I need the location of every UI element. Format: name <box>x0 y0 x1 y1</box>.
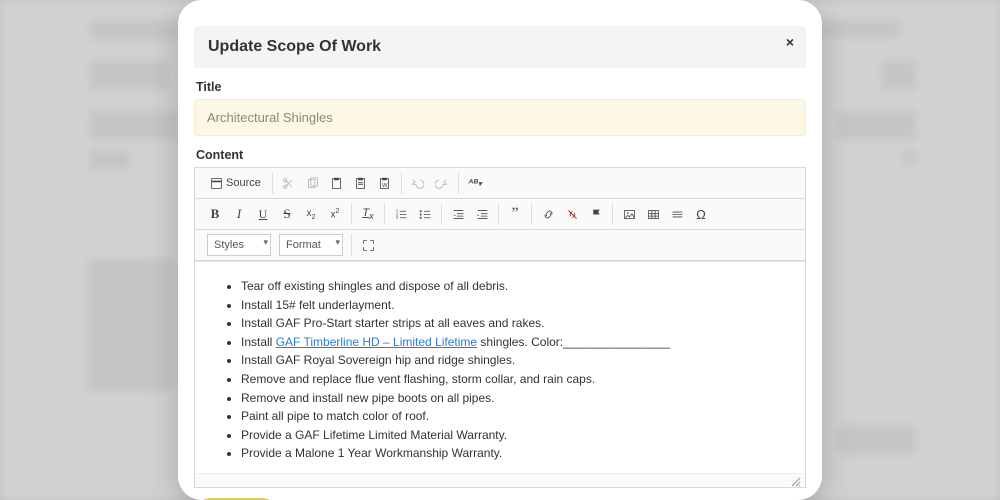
underline-button[interactable]: U <box>252 203 274 225</box>
indent-button[interactable] <box>471 203 493 225</box>
resize-handle[interactable] <box>195 473 805 487</box>
redo-icon <box>435 177 448 190</box>
source-button[interactable]: Source <box>204 172 267 194</box>
paste-text-button[interactable] <box>350 172 372 194</box>
special-char-button[interactable]: Ω <box>690 203 712 225</box>
ol-icon: 123 <box>395 208 408 221</box>
svg-text:3: 3 <box>395 214 398 219</box>
table-icon <box>647 208 660 221</box>
outdent-icon <box>452 208 465 221</box>
superscript-button[interactable]: x2 <box>324 203 346 225</box>
list-item: Install GAF Pro-Start starter strips at … <box>241 314 793 333</box>
update-scope-modal: Update Scope Of Work × Title Content Sou… <box>178 0 822 500</box>
subscript-button[interactable]: x2 <box>300 203 322 225</box>
toolbar-row-3: Styles Format <box>195 230 805 261</box>
list-item: Paint all pipe to match color of roof. <box>241 407 793 426</box>
title-label: Title <box>196 80 804 94</box>
outdent-button[interactable] <box>447 203 469 225</box>
hr-icon <box>671 208 684 221</box>
styles-select-wrap[interactable]: Styles <box>205 234 273 256</box>
toolbar-row-2: B I U S x2 x2 Tx 123 ” <box>195 199 805 230</box>
bullet-list-button[interactable] <box>414 203 436 225</box>
editor-body[interactable]: Tear off existing shingles and dispose o… <box>195 261 805 473</box>
list-item-text: Install <box>241 335 276 349</box>
italic-button[interactable]: I <box>228 203 250 225</box>
list-item: Remove and install new pipe boots on all… <box>241 389 793 408</box>
quote-icon: ” <box>511 209 518 219</box>
flag-icon <box>590 208 603 221</box>
title-input[interactable] <box>194 99 806 136</box>
link-button[interactable] <box>537 203 559 225</box>
list-item: Remove and replace flue vent flashing, s… <box>241 370 793 389</box>
remove-format-button[interactable]: Tx <box>357 203 379 225</box>
list-item: Provide a Malone 1 Year Workmanship Warr… <box>241 444 793 463</box>
list-item: Install GAF Royal Sovereign hip and ridg… <box>241 351 793 370</box>
scissors-icon <box>282 177 295 190</box>
image-button[interactable] <box>618 203 640 225</box>
cut-button[interactable] <box>278 172 300 194</box>
indent-icon <box>476 208 489 221</box>
ul-icon <box>419 208 432 221</box>
omega-icon: Ω <box>696 207 706 222</box>
undo-button[interactable] <box>407 172 429 194</box>
list-item: Install GAF Timberline HD – Limited Life… <box>241 333 793 352</box>
format-select-wrap[interactable]: Format <box>277 234 345 256</box>
subscript-icon: x2 <box>307 208 316 221</box>
paste-word-button[interactable]: W <box>374 172 396 194</box>
source-icon <box>210 177 223 190</box>
close-button[interactable]: × <box>786 34 794 50</box>
clipboard-text-icon <box>354 177 367 190</box>
bold-button[interactable]: B <box>204 203 226 225</box>
modal-header: Update Scope Of Work × <box>194 26 806 68</box>
superscript-icon: x2 <box>331 208 340 220</box>
rich-text-editor: Source W ᴬᴮ▾ B I U <box>194 167 806 488</box>
image-icon <box>623 208 636 221</box>
content-list: Tear off existing shingles and dispose o… <box>207 277 793 463</box>
link-icon <box>542 208 555 221</box>
undo-icon <box>411 177 424 190</box>
unlink-button[interactable] <box>561 203 583 225</box>
italic-icon: I <box>237 206 241 222</box>
strike-button[interactable]: S <box>276 203 298 225</box>
maximize-icon <box>362 239 375 252</box>
list-item: Install 15# felt underlayment. <box>241 296 793 315</box>
svg-text:W: W <box>382 182 388 188</box>
product-link[interactable]: GAF Timberline HD – Limited Lifetime <box>276 335 477 349</box>
toolbar-row-1: Source W ᴬᴮ▾ <box>195 168 805 199</box>
strike-icon: S <box>283 206 290 222</box>
content-label: Content <box>196 148 804 162</box>
list-item: Tear off existing shingles and dispose o… <box>241 277 793 296</box>
copy-button[interactable] <box>302 172 324 194</box>
copy-icon <box>306 177 319 190</box>
clipboard-icon <box>330 177 343 190</box>
bold-icon: B <box>211 206 220 222</box>
remove-format-icon: Tx <box>362 207 373 221</box>
spellcheck-button[interactable]: ᴬᴮ▾ <box>464 172 486 194</box>
maximize-button[interactable] <box>357 234 379 256</box>
redo-button[interactable] <box>431 172 453 194</box>
paste-button[interactable] <box>326 172 348 194</box>
list-item-text: shingles. Color:________________ <box>477 335 670 349</box>
spellcheck-icon: ᴬᴮ▾ <box>468 178 482 189</box>
blockquote-button[interactable]: ” <box>504 203 526 225</box>
underline-icon: U <box>259 207 268 222</box>
table-button[interactable] <box>642 203 664 225</box>
source-label: Source <box>226 177 261 189</box>
resize-icon <box>791 477 801 487</box>
modal-title: Update Scope Of Work <box>208 38 381 55</box>
styles-select[interactable]: Styles <box>207 234 271 256</box>
hr-button[interactable] <box>666 203 688 225</box>
list-item: Provide a GAF Lifetime Limited Material … <box>241 426 793 445</box>
format-select[interactable]: Format <box>279 234 343 256</box>
anchor-button[interactable] <box>585 203 607 225</box>
numbered-list-button[interactable]: 123 <box>390 203 412 225</box>
unlink-icon <box>566 208 579 221</box>
clipboard-word-icon: W <box>378 177 391 190</box>
